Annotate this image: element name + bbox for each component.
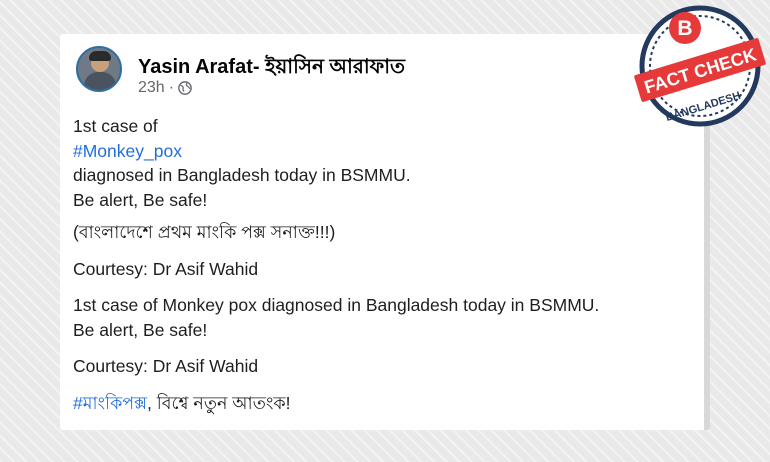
hashtag-link[interactable]: #মাংকিপক্স [73, 393, 147, 413]
post-line: (বাংলাদেশে প্রথম মাংকি পক্স সনাক্ত!!!) [73, 222, 336, 242]
post-line: 1st case of [73, 116, 158, 136]
post-meta: 23h · [138, 79, 192, 97]
post-line: Courtesy: Dr Asif Wahid [73, 356, 259, 376]
hashtag-link[interactable]: #Monkey_pox [73, 141, 182, 161]
post-body: 1st case of #Monkey_pox diagnosed in Ban… [73, 114, 693, 415]
facebook-post-card: Yasin Arafat- ইয়াসিন আরাফাত 23h · 1st c… [60, 34, 710, 430]
avatar-torso [84, 72, 116, 90]
fact-check-badge: B FACT CHECK BANGLADESH [634, 5, 766, 127]
post-line: diagnosed in Bangladesh today in BSMMU. [73, 165, 411, 185]
post-line: 1st case of Monkey pox diagnosed in Bang… [73, 295, 600, 315]
globe-icon[interactable] [178, 81, 192, 95]
meta-separator: · [168, 79, 175, 96]
post-line: , বিশ্বে নতুন আতংক! [147, 392, 291, 413]
badge-letter: B [677, 17, 692, 40]
scrollbar[interactable] [704, 86, 710, 430]
post-line: Courtesy: Dr Asif Wahid [73, 258, 259, 279]
post-line: Be alert, Be safe! [73, 189, 208, 210]
avatar[interactable] [76, 46, 122, 92]
post-time[interactable]: 23h [138, 79, 165, 97]
avatar-hair [89, 51, 111, 61]
post-line: Be alert, Be safe! [73, 319, 208, 340]
